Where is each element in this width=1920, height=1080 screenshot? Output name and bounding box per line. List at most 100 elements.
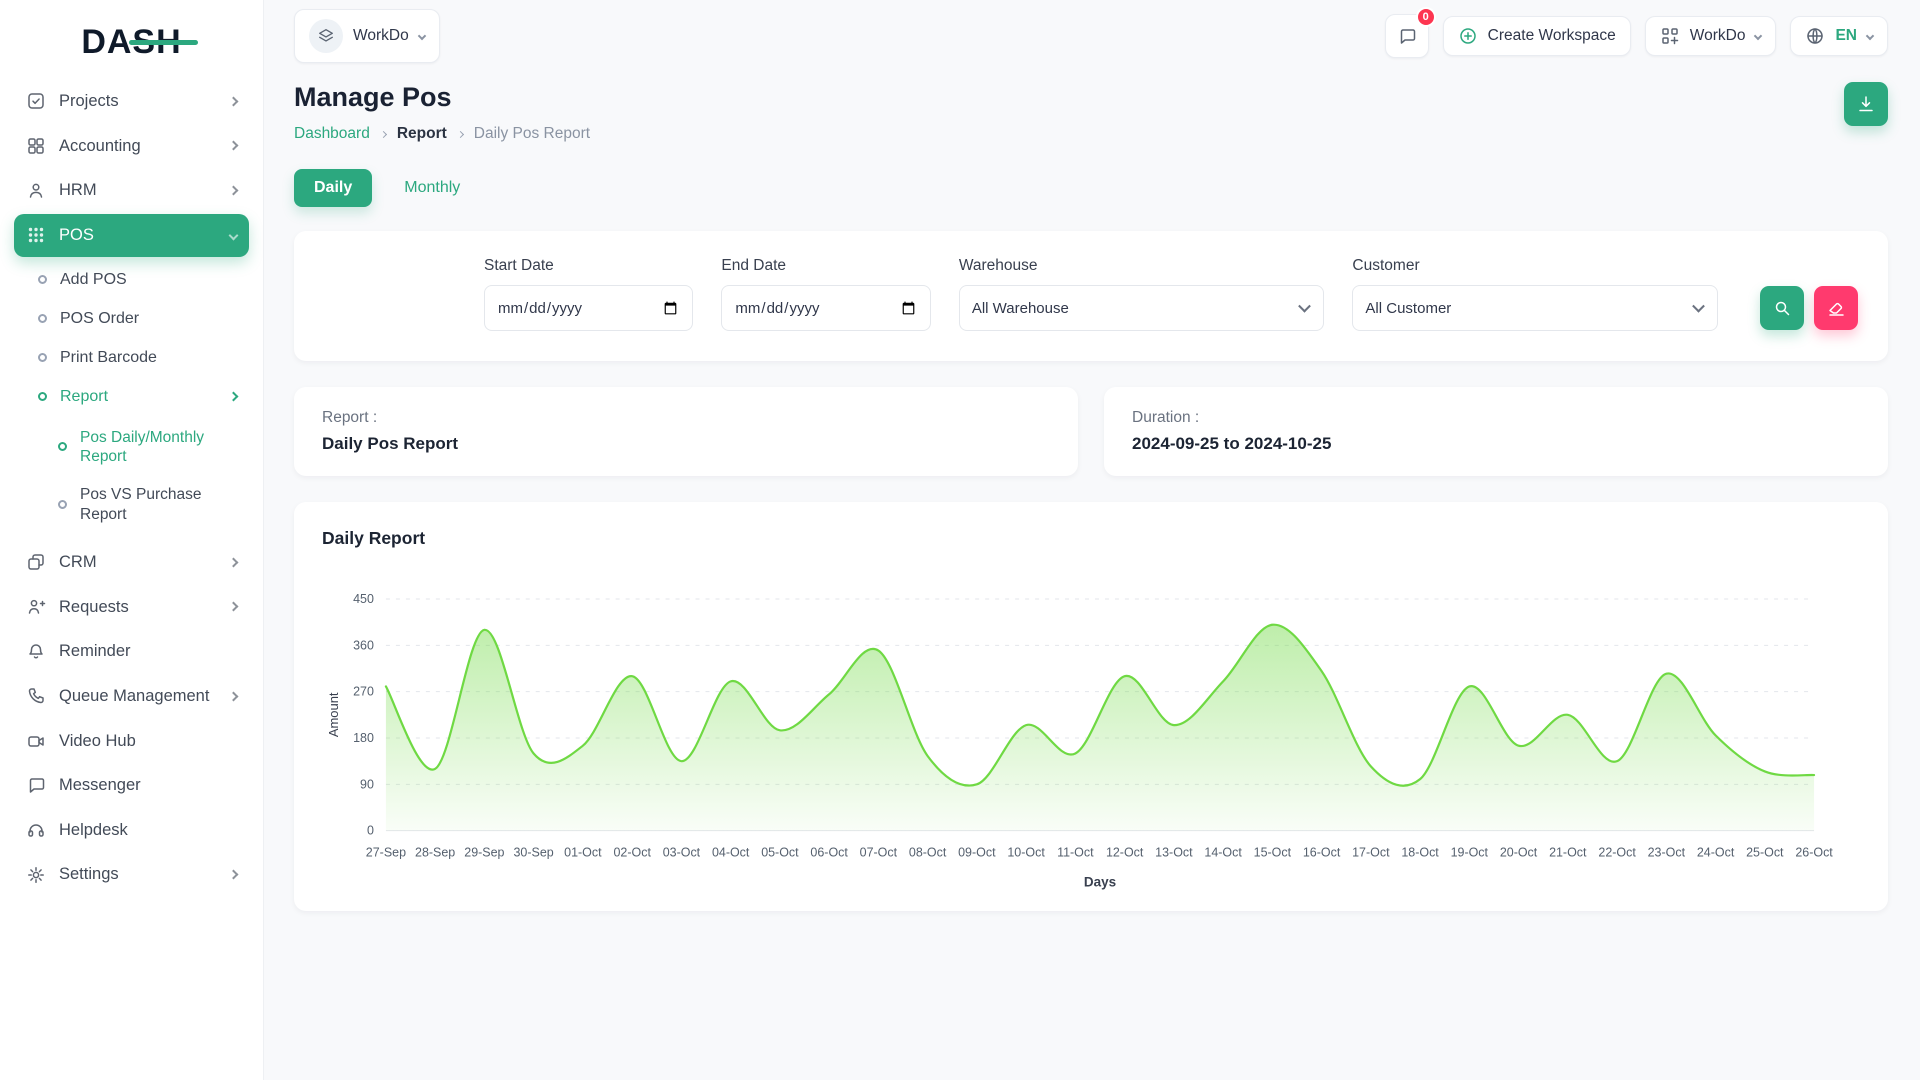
account-name: WorkDo [1690,27,1746,45]
end-date-field: End Date [721,257,930,331]
start-date-input[interactable] [484,285,693,331]
svg-text:08-Oct: 08-Oct [909,846,947,860]
svg-text:04-Oct: 04-Oct [712,846,750,860]
duration-value: 2024-09-25 to 2024-10-25 [1132,434,1860,454]
accounting-icon [26,136,46,156]
workspace-name: WorkDo [353,27,409,45]
chevron-right-icon [229,141,239,151]
svg-text:270: 270 [353,685,374,699]
breadcrumb-report[interactable]: Report [397,125,447,143]
workspace-switcher[interactable]: WorkDo [294,9,440,63]
sidebar-item-pos-vs-purchase-report[interactable]: Pos VS Purchase Report [14,476,249,533]
sidebar-item-reminder[interactable]: Reminder [14,630,249,673]
end-date-input[interactable] [721,285,930,331]
brand-logo[interactable]: DASH [14,10,249,74]
sidebar-item-label: POS [59,225,217,246]
svg-text:25-Oct: 25-Oct [1746,846,1784,860]
messages-button[interactable]: 0 [1385,14,1429,58]
reset-button[interactable] [1814,286,1858,330]
svg-text:09-Oct: 09-Oct [958,846,996,860]
svg-text:20-Oct: 20-Oct [1500,846,1538,860]
tab-daily[interactable]: Daily [294,169,372,207]
svg-text:11-Oct: 11-Oct [1057,846,1094,860]
account-menu-button[interactable]: WorkDo [1645,16,1777,56]
breadcrumb-dashboard[interactable]: Dashboard [294,125,370,143]
report-value: Daily Pos Report [322,434,1050,454]
sidebar-item-accounting[interactable]: Accounting [14,125,249,168]
sidebar-item-add-pos[interactable]: Add POS [14,261,249,299]
filter-card: Start Date End Date Warehouse All Wareho… [294,231,1888,361]
daily-report-chart: 09018027036045027-Sep28-Sep29-Sep30-Sep0… [322,583,1860,895]
sidebar-item-pos-daily-monthly-report[interactable]: Pos Daily/Monthly Report [14,419,249,476]
crm-icon [26,552,46,572]
messages-badge: 0 [1416,7,1436,27]
chevron-right-icon [229,392,239,402]
chevron-right-icon [457,130,464,137]
svg-text:23-Oct: 23-Oct [1648,846,1686,860]
chevron-right-icon [380,130,387,137]
tab-monthly[interactable]: Monthly [384,169,480,207]
report-tabs: Daily Monthly [294,169,1888,207]
language-code: EN [1835,27,1857,45]
chat-icon [26,775,46,795]
sidebar-item-projects[interactable]: Projects [14,80,249,123]
sidebar-item-messenger[interactable]: Messenger [14,764,249,807]
sidebar-item-print-barcode[interactable]: Print Barcode [14,339,249,377]
svg-text:22-Oct: 22-Oct [1598,846,1636,860]
sidebar-item-report[interactable]: Report [14,378,249,416]
bullet-icon [38,353,47,362]
video-icon [26,731,46,751]
svg-text:15-Oct: 15-Oct [1254,846,1292,860]
create-workspace-button[interactable]: Create Workspace [1443,16,1631,56]
svg-text:02-Oct: 02-Oct [613,846,651,860]
workspace-icon [317,27,335,45]
svg-text:12-Oct: 12-Oct [1106,846,1144,860]
chart-title: Daily Report [322,528,1860,549]
sidebar-item-label: Queue Management [59,686,217,707]
workspace-avatar [309,19,343,53]
sidebar-item-label: Accounting [59,136,217,157]
sidebar-item-helpdesk[interactable]: Helpdesk [14,809,249,852]
topbar: WorkDo 0 Create Workspace WorkDo EN [294,0,1888,72]
svg-text:10-Oct: 10-Oct [1007,846,1045,860]
sidebar-item-label: Add POS [60,270,237,290]
main-content: WorkDo 0 Create Workspace WorkDo EN [264,0,1920,941]
warehouse-field: Warehouse All Warehouse [959,257,1325,331]
sidebar-item-video-hub[interactable]: Video Hub [14,720,249,763]
sidebar-item-label: Projects [59,91,217,112]
svg-text:27-Sep: 27-Sep [366,846,406,860]
bullet-icon [38,392,47,401]
bullet-icon [58,500,67,509]
sidebar-item-settings[interactable]: Settings [14,853,249,896]
download-button[interactable] [1844,82,1888,126]
breadcrumb-current: Daily Pos Report [474,125,590,143]
sidebar-item-pos[interactable]: POS [14,214,249,257]
language-selector[interactable]: EN [1790,16,1888,56]
svg-text:05-Oct: 05-Oct [761,846,799,860]
sidebar-item-label: Pos VS Purchase Report [80,485,237,524]
svg-text:29-Sep: 29-Sep [464,846,504,860]
brand-logo-text: DASH [81,23,181,62]
sidebar-item-crm[interactable]: CRM [14,541,249,584]
projects-icon [26,91,46,111]
chevron-down-icon [1866,32,1874,40]
sidebar-item-requests[interactable]: Requests [14,586,249,629]
topbar-actions: 0 Create Workspace WorkDo EN [1385,14,1888,58]
svg-text:13-Oct: 13-Oct [1155,846,1193,860]
svg-text:26-Oct: 26-Oct [1795,846,1833,860]
customer-select[interactable]: All Customer [1352,285,1718,331]
sidebar-item-hrm[interactable]: HRM [14,169,249,212]
sidebar-item-pos-order[interactable]: POS Order [14,300,249,338]
bullet-icon [38,314,47,323]
sidebar-item-queue-management[interactable]: Queue Management [14,675,249,718]
chevron-right-icon [229,557,239,567]
hrm-icon [26,181,46,201]
eraser-icon [1826,298,1846,318]
sidebar-item-label: POS Order [60,309,237,329]
customer-label: Customer [1352,257,1718,275]
search-button[interactable] [1760,286,1804,330]
gear-icon [26,865,46,885]
warehouse-select[interactable]: All Warehouse [959,285,1325,331]
bell-icon [26,642,46,662]
sidebar-item-label: CRM [59,552,217,573]
